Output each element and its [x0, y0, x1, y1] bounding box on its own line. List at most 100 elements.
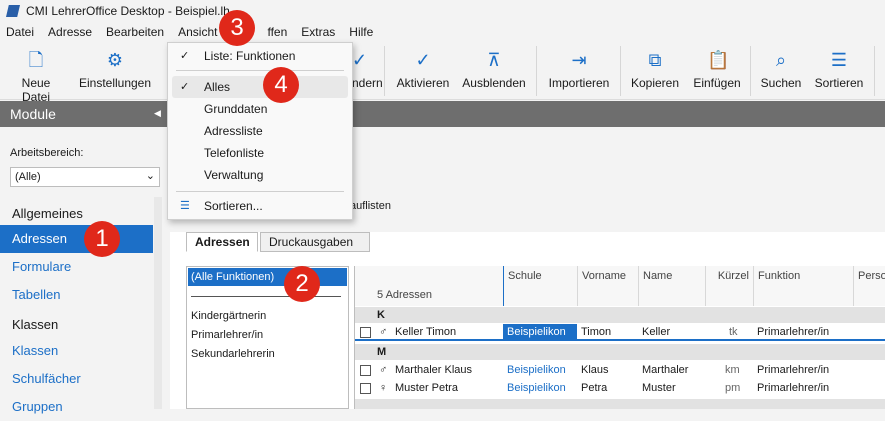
menu-bearbeiten[interactable]: Bearbeiten: [106, 25, 164, 39]
sort-button[interactable]: ☰ Sortieren: [810, 48, 868, 96]
auflisten-text: auflisten: [350, 200, 391, 212]
edit-button[interactable]: ✓ ndern: [352, 48, 383, 96]
cell-display-name: Marthaler Klaus: [395, 364, 473, 376]
paste-button[interactable]: 📋 Einfügen: [690, 48, 744, 96]
import-button[interactable]: ⇥ Importieren: [544, 48, 614, 96]
step-badge-2: 2: [284, 266, 320, 302]
menu-item-list-functions[interactable]: ✓ Liste: Funktionen: [168, 45, 352, 67]
settings-button[interactable]: ⚙ Einstellungen: [76, 48, 154, 96]
cell-funktion: Primarlehrer/in: [757, 364, 830, 376]
grid-header-name[interactable]: Name: [638, 266, 705, 306]
row-checkbox[interactable]: [360, 327, 371, 338]
menu-item-grunddaten[interactable]: Grunddaten: [168, 98, 352, 120]
menu-extras[interactable]: Extras: [301, 25, 335, 39]
cell-schule: Beispielikon: [503, 324, 577, 341]
activate-button[interactable]: ✓ Aktivieren: [394, 48, 452, 96]
workspace-select[interactable]: (Alle) ⌄: [10, 167, 160, 187]
menu-ansicht[interactable]: Ansicht: [178, 25, 217, 39]
sidebar-item-adressen[interactable]: Adressen: [0, 225, 153, 253]
menu-item-verwaltung[interactable]: Verwaltung: [168, 164, 352, 186]
check-icon: ✓: [180, 81, 190, 93]
toolbar-divider: [874, 46, 875, 96]
check-icon: ✓: [180, 50, 190, 62]
menu-separator: [176, 70, 344, 71]
cell-display-name: Keller Timon: [395, 326, 457, 338]
menu-hilfe[interactable]: Hilfe: [349, 25, 373, 39]
chevron-down-icon: ⌄: [145, 170, 155, 182]
grid-header-name: 5 Adressen: [355, 266, 504, 306]
search-button[interactable]: ⌕ Suchen: [758, 48, 804, 96]
new-file-button[interactable]: 🗋 Neue Datei: [6, 48, 66, 104]
copy-button[interactable]: ⧉ Kopieren: [628, 48, 682, 96]
sidebar-item-klassen[interactable]: Klassen: [0, 337, 153, 365]
module-title: Module: [10, 106, 56, 122]
row-checkbox[interactable]: [360, 365, 371, 376]
paste-icon: 📋: [707, 50, 730, 70]
address-grid: 5 Adressen Schule Vorname Name Kürzel Fu…: [354, 266, 885, 409]
table-row[interactable]: ♀ Muster Petra Beispielikon Petra Muster…: [355, 380, 885, 397]
hide-button[interactable]: ⊼ Ausblenden: [460, 48, 528, 96]
cell-schule: Beispielikon: [507, 382, 566, 394]
tab-druckausgaben[interactable]: Druckausgaben: [260, 232, 370, 252]
gender-female-icon: ♀: [379, 382, 388, 394]
import-icon: ⇥: [571, 50, 587, 70]
toolbar-divider: [750, 46, 751, 96]
address-count: 5 Adressen: [377, 289, 433, 301]
cell-kuerzel: km: [725, 364, 740, 376]
table-row[interactable]: ♂ Keller Timon Beispielikon Timon Keller…: [355, 324, 885, 341]
sidebar: Arbeitsbereich: (Alle) ⌄ Allgemeines Adr…: [0, 127, 162, 414]
tab-adressen[interactable]: Adressen: [186, 232, 258, 252]
list-item-function[interactable]: Primarlehrer/in: [191, 329, 263, 341]
grid-header-person[interactable]: Perso: [853, 266, 885, 306]
copy-icon: ⧉: [648, 50, 662, 70]
group-header-k: K: [355, 307, 885, 323]
grid-header-funktion[interactable]: Funktion: [753, 266, 853, 306]
edit-icon: ✓: [352, 50, 368, 70]
list-item-all-functions[interactable]: (Alle Funktionen): [188, 268, 347, 286]
sidebar-header-allgemeines: Allgemeines: [12, 206, 83, 221]
sort-icon: ☰: [180, 200, 190, 212]
gender-male-icon: ♂: [379, 326, 388, 338]
menu-datei[interactable]: Datei: [6, 25, 34, 39]
sidebar-scrollbar[interactable]: [154, 197, 162, 409]
gender-male-icon: ♂: [379, 364, 388, 376]
menu-item-adressliste[interactable]: Adressliste: [168, 120, 352, 142]
cell-funktion: Primarlehrer/in: [757, 326, 830, 338]
table-row[interactable]: ♂ Marthaler Klaus Beispielikon Klaus Mar…: [355, 362, 885, 379]
collapse-arrow-icon[interactable]: ◀: [154, 108, 161, 119]
grid-header-kuerzel[interactable]: Kürzel: [705, 266, 753, 306]
toolbar-divider: [384, 46, 385, 96]
row-checkbox[interactable]: [360, 383, 371, 394]
toolbar: 🗋 Neue Datei ⚙ Einstellungen ✓ ndern ✓ A…: [0, 42, 885, 104]
sidebar-item-formulare[interactable]: Formulare: [0, 253, 153, 281]
menu-adresse[interactable]: Adresse: [48, 25, 92, 39]
menu-item-alles[interactable]: ✓ Alles: [172, 76, 348, 98]
cell-display-name: Muster Petra: [395, 382, 458, 394]
menu-item-telefonliste[interactable]: Telefonliste: [168, 142, 352, 164]
app-logo-icon: [6, 5, 20, 17]
cell-vorname: Timon: [581, 326, 612, 338]
module-header-bar: Module ◀: [0, 101, 885, 127]
function-filter-list: (Alle Funktionen) Kindergärtnerin Primar…: [186, 266, 349, 409]
cell-kuerzel: pm: [725, 382, 741, 394]
grid-header-schule[interactable]: Schule: [503, 266, 577, 306]
list-item-function[interactable]: Sekundarlehrerin: [191, 348, 275, 360]
sort-icon: ☰: [830, 50, 848, 70]
list-item-function[interactable]: Kindergärtnerin: [191, 310, 266, 322]
sidebar-item-gruppen[interactable]: Gruppen: [0, 393, 153, 421]
cell-schule: Beispielikon: [507, 364, 566, 376]
sidebar-item-schulfaecher[interactable]: Schulfächer: [0, 365, 153, 393]
sidebar-header-klassen: Klassen: [12, 317, 59, 332]
toolbar-divider: [620, 46, 621, 96]
sidebar-item-tabellen[interactable]: Tabellen: [0, 281, 153, 309]
cell-name: Marthaler: [642, 364, 689, 376]
hide-icon: ⊼: [487, 50, 501, 70]
cell-vorname: Klaus: [581, 364, 609, 376]
group-header-next: [355, 399, 885, 409]
grid-header-vorname[interactable]: Vorname: [577, 266, 638, 306]
menu-bar: Datei Adresse Bearbeiten Ansicht ffen Ex…: [0, 22, 885, 42]
view-menu-dropdown: ✓ Liste: Funktionen ✓ Alles Grunddaten A…: [167, 42, 353, 220]
menu-hoffen-partial[interactable]: ffen: [267, 25, 287, 39]
cell-name: Muster: [642, 382, 676, 394]
menu-item-sortieren[interactable]: ☰ Sortieren...: [168, 195, 352, 217]
